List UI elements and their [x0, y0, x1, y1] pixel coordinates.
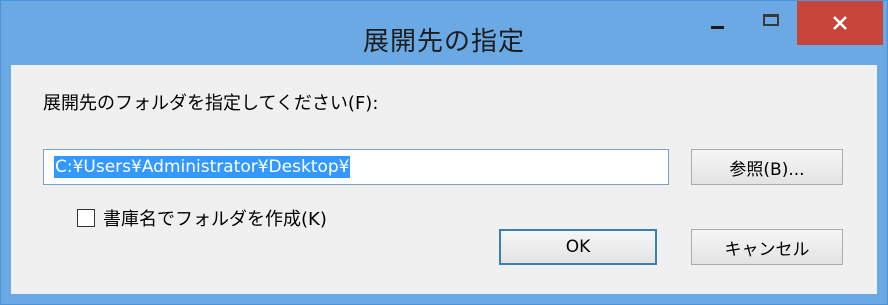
- minimize-button[interactable]: [689, 1, 745, 45]
- close-button[interactable]: [797, 1, 883, 45]
- folder-prompt-label: 展開先のフォルダを指定してください(F):: [43, 93, 379, 114]
- browse-button-label: 参照(B)...: [729, 159, 805, 180]
- maximize-icon: [763, 14, 779, 26]
- cancel-button[interactable]: キャンセル: [691, 229, 843, 265]
- maximize-button[interactable]: [745, 1, 797, 45]
- cancel-button-label: キャンセル: [724, 239, 810, 260]
- path-input-value: C:¥Users¥Administrator¥Desktop¥: [54, 156, 351, 178]
- dialog-body: 展開先のフォルダを指定してください(F): C:¥Users¥Administr…: [11, 65, 877, 294]
- create-folder-option[interactable]: 書庫名でフォルダを作成(K): [77, 205, 327, 231]
- title-bar[interactable]: 展開先の指定: [1, 1, 887, 65]
- browse-button[interactable]: 参照(B)...: [691, 149, 843, 185]
- close-icon: [833, 16, 847, 30]
- create-folder-label: 書庫名でフォルダを作成(K): [103, 209, 327, 230]
- create-folder-checkbox[interactable]: [77, 209, 95, 227]
- ok-button-label: OK: [565, 237, 591, 257]
- minimize-icon: [710, 25, 724, 29]
- ok-button[interactable]: OK: [499, 229, 657, 265]
- dialog-window: 展開先の指定 展開先のフォルダを指定してください(F): C:¥Users¥Ad…: [0, 0, 888, 305]
- destination-path-input[interactable]: C:¥Users¥Administrator¥Desktop¥: [43, 149, 669, 185]
